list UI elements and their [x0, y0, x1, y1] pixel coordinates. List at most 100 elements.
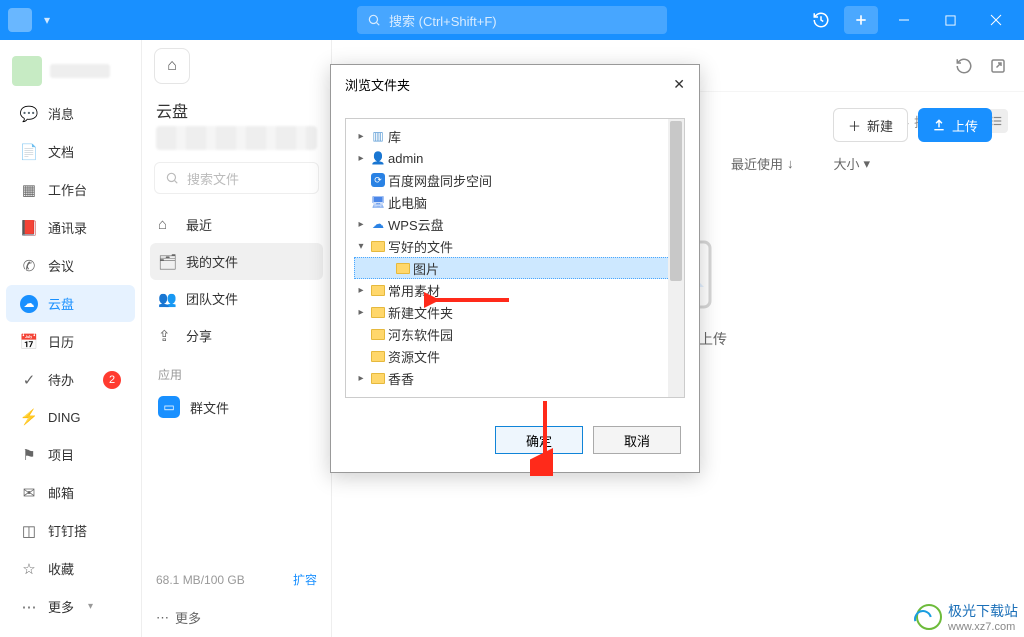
folder-tree[interactable]: ▸▥库▸👤admin⟳百度网盘同步空间🖥此电脑▸☁WPS云盘▾写好的文件图片▸常…	[346, 119, 684, 395]
expand-icon[interactable]: ▸	[354, 153, 368, 164]
nav-item-block[interactable]: ◫钉钉搭	[6, 512, 135, 549]
side-subtitle-blurred	[156, 126, 317, 150]
titlebar: ▾ 搜索 (Ctrl+Shift+F)	[0, 0, 1024, 40]
tree-node[interactable]: ▸常用素材	[348, 279, 682, 301]
nav-item-cal[interactable]: 📅日历	[6, 323, 135, 360]
expand-icon[interactable]: ▾	[354, 241, 368, 252]
chat-icon: 💬	[20, 105, 38, 123]
filter-recent[interactable]: 最近使用 ↓	[731, 154, 794, 173]
home-icon[interactable]: ⌂	[154, 48, 190, 84]
global-search[interactable]: 搜索 (Ctrl+Shift+F)	[357, 6, 667, 34]
watermark-logo-icon	[916, 604, 942, 630]
nav-item-book[interactable]: 📕通讯录	[6, 209, 135, 246]
team-icon: 👥	[158, 290, 176, 308]
side-search[interactable]: 搜索文件	[154, 162, 319, 194]
expand-icon[interactable]: ▸	[354, 285, 368, 296]
nav-badge: 2	[103, 371, 121, 389]
dialog-close[interactable]: ✕	[673, 76, 685, 93]
nav-item-bolt[interactable]: ⚡DING	[6, 399, 135, 435]
nav-item-check[interactable]: ✓待办2	[6, 361, 135, 398]
folder-icon: ▥	[370, 128, 386, 144]
tree-node[interactable]: 图片	[354, 257, 676, 279]
check-icon: ✓	[20, 371, 38, 389]
share-icon: ⇪	[158, 327, 176, 345]
ok-button[interactable]: 确定	[495, 426, 583, 454]
nav-item-flag[interactable]: ⚑项目	[6, 436, 135, 473]
expand-icon[interactable]: ▸	[354, 219, 368, 230]
folder-icon	[370, 370, 386, 386]
star-icon: ☆	[20, 560, 38, 578]
upload-button[interactable]: 上传	[918, 108, 992, 142]
doc-icon: 📄	[20, 143, 38, 161]
expand-icon[interactable]: ▸	[354, 131, 368, 142]
search-icon	[367, 13, 381, 27]
watermark: 极光下载站 www.xz7.com	[916, 601, 1018, 633]
bolt-icon: ⚡	[20, 408, 38, 426]
search-icon	[165, 171, 179, 185]
tree-node[interactable]: 🖥此电脑	[348, 191, 682, 213]
nav-item-phone[interactable]: ✆会议	[6, 247, 135, 284]
side-search-placeholder: 搜索文件	[187, 169, 239, 188]
window-minimize[interactable]	[884, 0, 924, 40]
tree-node[interactable]: 资源文件	[348, 345, 682, 367]
expand-icon[interactable]: ▸	[354, 307, 368, 318]
nav-item-cloud[interactable]: ☁云盘	[6, 285, 135, 322]
add-button[interactable]	[844, 6, 878, 34]
home-icon: ⌂	[158, 216, 176, 233]
cancel-button[interactable]: 取消	[593, 426, 681, 454]
nav-item-mail[interactable]: ✉邮箱	[6, 474, 135, 511]
folder-icon: 🗂	[158, 253, 176, 271]
book-icon: 📕	[20, 219, 38, 237]
folder-icon: ⟳	[370, 172, 386, 188]
tree-node[interactable]: ⟳百度网盘同步空间	[348, 169, 682, 191]
nav-item-star[interactable]: ☆收藏	[6, 550, 135, 587]
side-more-label: 更多	[175, 608, 201, 627]
nav-more[interactable]: ⋯ 更多 ▾	[6, 588, 135, 625]
open-external-icon[interactable]	[988, 56, 1008, 76]
group-files-icon: ▭	[158, 396, 180, 418]
new-button[interactable]: ＋新建	[833, 108, 908, 142]
group-files-label: 群文件	[190, 398, 229, 417]
username-blurred	[50, 64, 110, 78]
mail-icon: ✉	[20, 484, 38, 502]
expand-icon[interactable]: ▸	[354, 373, 368, 384]
block-icon: ◫	[20, 522, 38, 540]
side-item-team[interactable]: 👥团队文件	[142, 280, 331, 317]
expand-storage-link[interactable]: 扩容	[293, 571, 317, 588]
side-group-files[interactable]: ▭ 群文件	[142, 387, 331, 427]
side-item-folder[interactable]: 🗂我的文件	[150, 243, 323, 280]
folder-icon	[370, 326, 386, 342]
side-item-home[interactable]: ⌂最近	[142, 206, 331, 243]
tree-node[interactable]: ▸新建文件夹	[348, 301, 682, 323]
nav-item-doc[interactable]: 📄文档	[6, 133, 135, 170]
phone-icon: ✆	[20, 257, 38, 275]
more-icon: ⋯	[156, 610, 169, 626]
tree-node[interactable]: ▸☁WPS云盘	[348, 213, 682, 235]
chevron-down-icon: ▾	[88, 601, 93, 612]
tab-dropdown-icon[interactable]: ▾	[44, 13, 50, 27]
nav-user[interactable]	[0, 48, 141, 94]
grid-icon: ▦	[20, 181, 38, 199]
folder-icon	[370, 348, 386, 364]
refresh-icon[interactable]	[954, 56, 974, 76]
primary-nav: 💬消息📄文档▦工作台📕通讯录✆会议☁云盘📅日历✓待办2⚡DING⚑项目✉邮箱◫钉…	[0, 40, 142, 637]
more-icon: ⋯	[20, 598, 38, 616]
side-item-share[interactable]: ⇪分享	[142, 317, 331, 354]
scrollbar[interactable]	[668, 119, 684, 397]
tree-node[interactable]: ▸香香	[348, 367, 682, 389]
folder-icon: 👤	[370, 150, 386, 166]
app-tab[interactable]	[8, 8, 32, 32]
folder-icon	[370, 238, 386, 254]
tree-node[interactable]: ▸▥库	[348, 125, 682, 147]
tree-node[interactable]: ▸👤admin	[348, 147, 682, 169]
window-close[interactable]	[976, 0, 1016, 40]
storage-text: 68.1 MB/100 GB	[156, 573, 245, 587]
window-maximize[interactable]	[930, 0, 970, 40]
tree-node[interactable]: 河东软件园	[348, 323, 682, 345]
avatar	[12, 56, 42, 86]
history-icon[interactable]	[804, 6, 838, 34]
nav-item-chat[interactable]: 💬消息	[6, 95, 135, 132]
nav-item-grid[interactable]: ▦工作台	[6, 171, 135, 208]
tree-node[interactable]: ▾写好的文件	[348, 235, 682, 257]
side-more[interactable]: ⋯ 更多	[142, 598, 331, 637]
